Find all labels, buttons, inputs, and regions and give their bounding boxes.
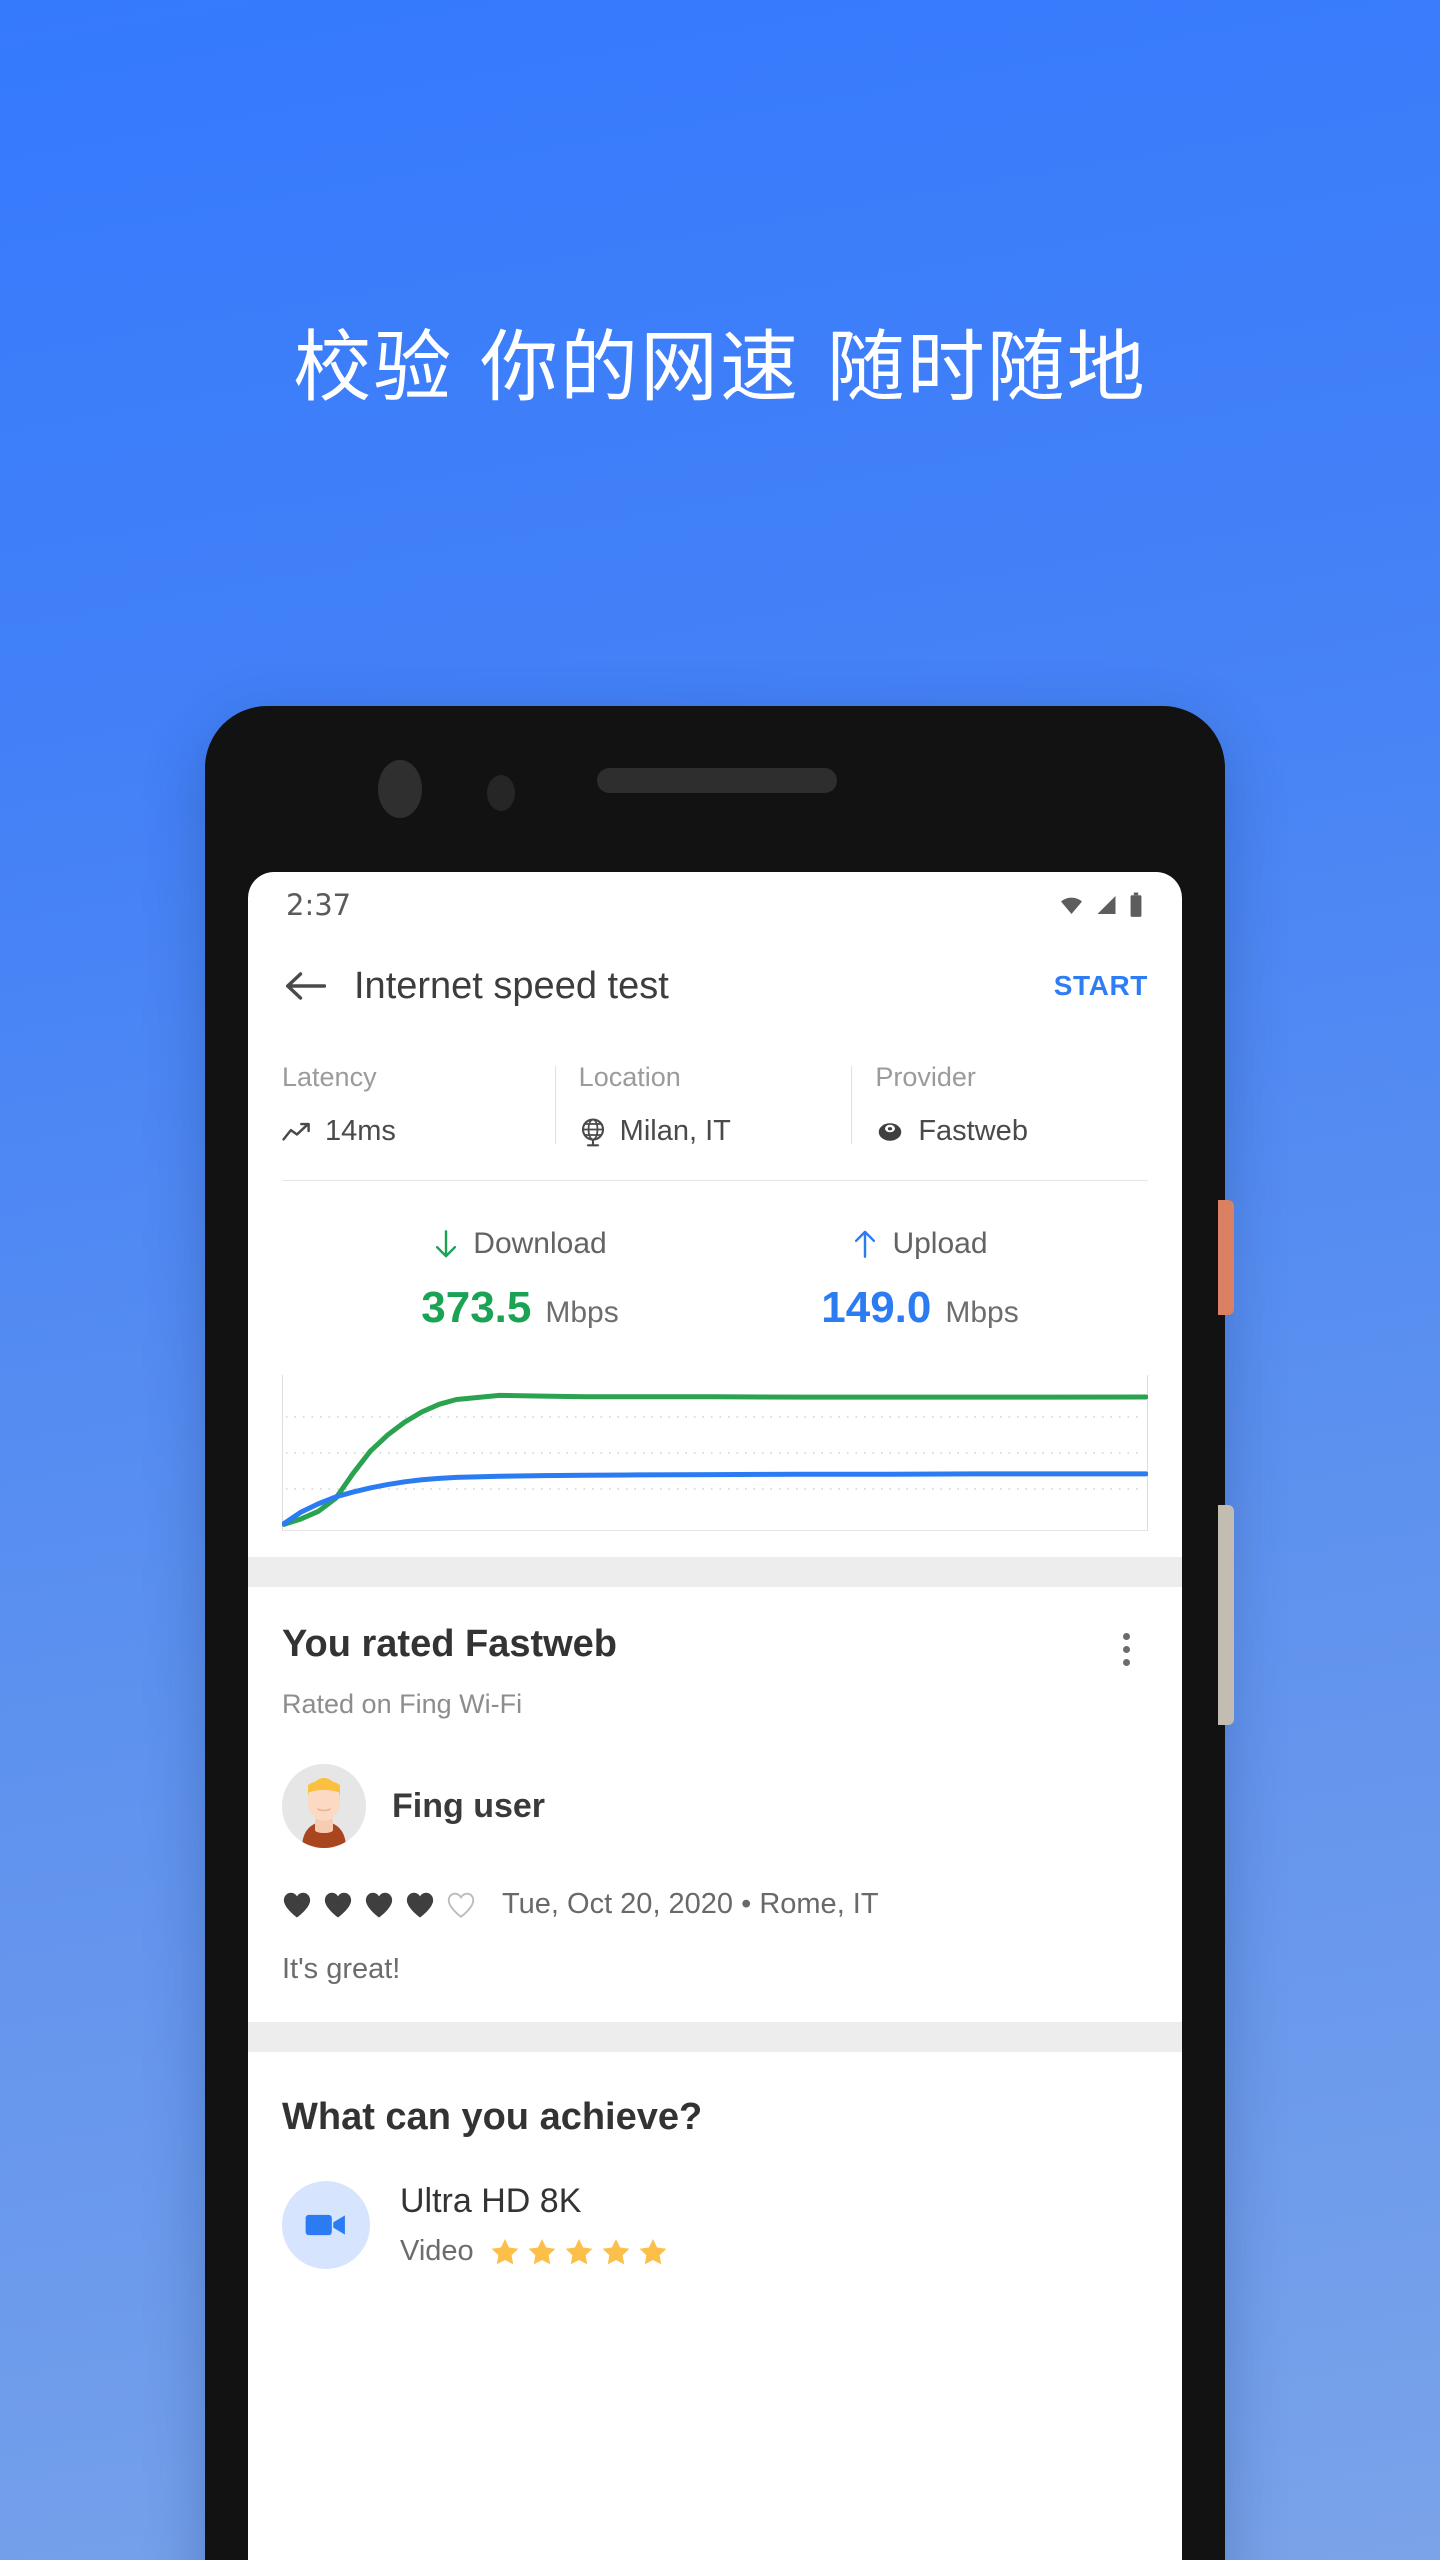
download-value-row: 373.5 Mbps <box>320 1283 720 1333</box>
status-icons <box>1058 892 1144 918</box>
screen-title: Internet speed test <box>354 964 669 1007</box>
globe-icon <box>581 1117 604 1146</box>
speed-chart <box>282 1375 1148 1531</box>
download-head: Download <box>320 1227 720 1261</box>
status-time: 2:37 <box>286 888 352 922</box>
speed-chart-svg <box>282 1375 1148 1531</box>
arrow-down-icon <box>436 1230 457 1258</box>
trending-up-icon <box>282 1122 310 1141</box>
server-icon <box>879 1122 902 1141</box>
achieve-item-text: Ultra HD 8K Video <box>400 2182 668 2268</box>
heart-rating[interactable] <box>282 1891 476 1919</box>
signal-icon <box>1097 896 1116 914</box>
star-filled-icon <box>528 2239 556 2265</box>
proximity-sensor-icon <box>487 775 515 811</box>
front-camera-icon <box>378 760 422 818</box>
user-avatar-icon <box>282 1764 366 1848</box>
heart-filled-icon <box>283 1892 311 1917</box>
stat-latency-value: 14ms <box>325 1115 396 1147</box>
page-title: 校验 你的网速 随时随地 <box>293 323 1147 413</box>
avatar <box>282 1764 366 1848</box>
app-bar: Internet speed test START <box>248 938 1182 1034</box>
kebab-menu-icon[interactable] <box>1104 1627 1148 1671</box>
battery-icon <box>1130 892 1142 917</box>
upload-value: 149.0 <box>821 1283 932 1332</box>
star-filled-icon <box>602 2239 630 2265</box>
heart-filled-icon <box>406 1892 434 1917</box>
heart-outline-icon <box>447 1892 475 1918</box>
star-filled-icon <box>565 2239 593 2265</box>
list-item[interactable]: Ultra HD 8K Video <box>282 2181 1148 2269</box>
rating-row: Tue, Oct 20, 2020 • Rome, IT <box>282 1888 1148 1921</box>
video-camera-icon-wrap <box>282 2181 370 2269</box>
download-value: 373.5 <box>421 1283 532 1332</box>
heart-filled-icon <box>324 1892 352 1917</box>
stat-latency: Latency 14ms <box>282 1062 555 1148</box>
video-camera-icon <box>305 2214 345 2236</box>
star-rating <box>490 2237 668 2266</box>
wifi-icon <box>1061 897 1082 914</box>
achieve-item-sub: Video <box>400 2235 668 2268</box>
upload-unit: Mbps <box>945 1296 1019 1329</box>
rating-comment: It's great! <box>282 1953 401 1985</box>
rating-card-title: You rated Fastweb <box>282 1623 618 1665</box>
speed-results: Download 373.5 Mbps Upload 149.0 Mbps <box>248 1181 1182 1333</box>
earpiece-speaker <box>597 768 837 793</box>
achieve-section: What can you achieve? Ultra HD 8K Video <box>248 2052 1182 2269</box>
upload-label: Upload <box>892 1227 988 1260</box>
achieve-item-category: Video <box>400 2235 474 2267</box>
stat-provider-label: Provider <box>875 1062 976 1092</box>
achieve-item-name: Ultra HD 8K <box>400 2182 582 2220</box>
star-filled-icon <box>491 2239 519 2265</box>
stat-location-label: Location <box>578 1062 681 1092</box>
rating-user-name: Fing user <box>392 1786 546 1825</box>
heart-filled-icon <box>365 1892 393 1917</box>
back-button[interactable] <box>278 959 332 1013</box>
stat-latency-value-row: 14ms <box>282 1115 555 1148</box>
upload-value-row: 149.0 Mbps <box>720 1283 1120 1333</box>
rating-card: You rated Fastweb Rated on Fing Wi-Fi Fi… <box>248 1587 1182 2022</box>
stat-latency-label: Latency <box>282 1062 377 1092</box>
stat-location-value-row: Milan, IT <box>579 1115 852 1148</box>
section-divider-1 <box>248 1557 1182 1587</box>
phone-screen: 2:37 Internet speed test START Latency 1… <box>248 872 1182 2560</box>
rating-card-head: You rated Fastweb <box>282 1587 1148 1671</box>
upload-result: Upload 149.0 Mbps <box>720 1227 1182 1333</box>
back-arrow-icon <box>286 972 326 1000</box>
rating-meta: Tue, Oct 20, 2020 • Rome, IT <box>502 1888 879 1920</box>
power-button[interactable] <box>1218 1200 1234 1315</box>
rating-card-subtitle: Rated on Fing Wi-Fi <box>282 1689 523 1719</box>
stat-location: Location Milan, IT <box>554 1062 852 1148</box>
stat-provider: Provider Fastweb <box>851 1062 1148 1148</box>
arrow-up-icon <box>855 1230 876 1258</box>
stat-provider-value-row: Fastweb <box>875 1115 1148 1148</box>
status-bar: 2:37 <box>248 872 1182 938</box>
connection-stats: Latency 14ms Location Milan, IT Provider… <box>248 1034 1182 1174</box>
download-label: Download <box>473 1227 607 1260</box>
star-filled-icon <box>639 2239 667 2265</box>
section-divider-2 <box>248 2022 1182 2052</box>
volume-button[interactable] <box>1218 1505 1234 1725</box>
upload-head: Upload <box>720 1227 1120 1261</box>
achieve-title: What can you achieve? <box>282 2096 703 2138</box>
download-result: Download 373.5 Mbps <box>248 1227 720 1333</box>
stat-provider-value: Fastweb <box>918 1115 1028 1147</box>
stat-location-value: Milan, IT <box>619 1115 731 1147</box>
rating-user-row[interactable]: Fing user <box>282 1764 1148 1848</box>
promo-screenshot: 校验 你的网速 随时随地 2:37 Internet speed test ST… <box>0 0 1440 2560</box>
start-button[interactable]: START <box>1054 970 1148 1002</box>
download-unit: Mbps <box>545 1296 619 1329</box>
